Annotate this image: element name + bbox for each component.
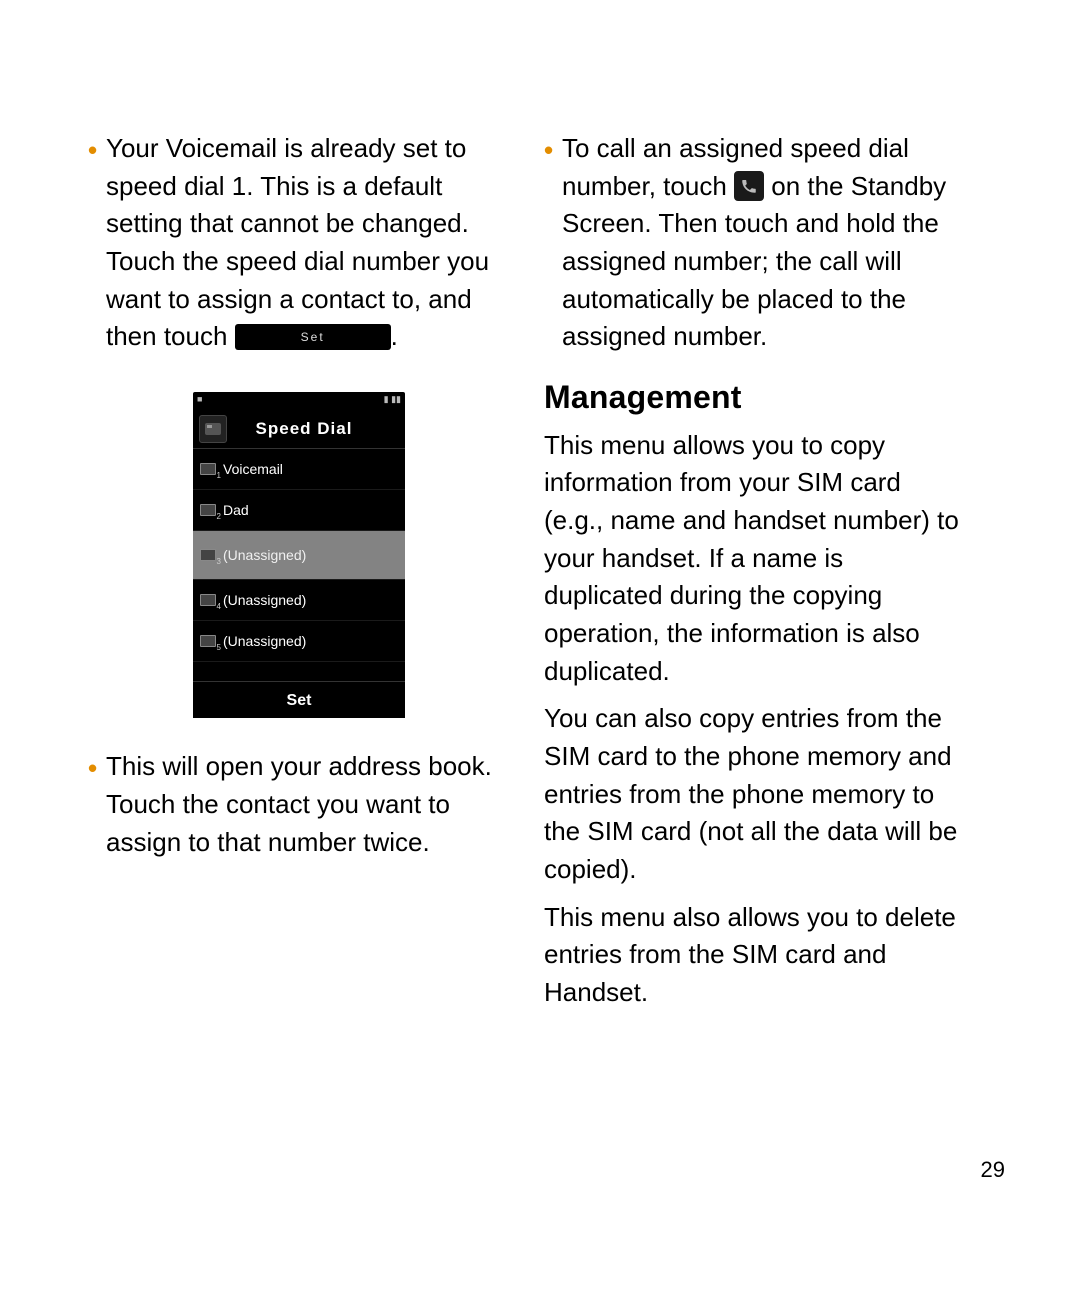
contact-card-icon: 3 [199,548,217,562]
bullet-icon: • [544,130,562,356]
speed-dial-row[interactable]: 4 (Unassigned) [193,580,405,621]
left-column: • Your Voicemail is already set to speed… [88,130,510,1295]
speed-dial-row[interactable]: 5 (Unassigned) [193,621,405,662]
bullet-item: • This will open your address book. Touc… [88,748,510,861]
speed-dial-row[interactable]: 2 Dad [193,490,405,531]
speed-dial-app-icon [199,415,227,443]
speed-dial-label: (Unassigned) [223,631,399,651]
bullet-text-part1: Your Voicemail is already set to speed d… [106,133,489,351]
status-signal-icon: ■ [197,393,202,409]
management-para-1: This menu allows you to copy information… [544,427,966,691]
right-column: • To call an assigned speed dial number,… [544,130,966,1295]
phone-call-icon [734,171,764,201]
phone-screenshot: ■ ▮ ▮▮ Speed Dial 1 Voicemail 2 Dad [193,392,405,718]
speed-dial-label: (Unassigned) [223,590,399,610]
contact-card-icon: 4 [199,593,217,607]
row-index: 5 [217,642,221,654]
bullet-icon: • [88,130,106,356]
bullet-text: To call an assigned speed dial number, t… [562,130,966,356]
speed-dial-label: Dad [223,500,399,520]
bullet-item: • Your Voicemail is already set to speed… [88,130,510,356]
row-index: 2 [217,511,221,523]
page-number: 29 [981,1157,1005,1183]
manual-page: • Your Voicemail is already set to speed… [0,0,1080,1295]
contact-card-icon: 1 [199,462,217,476]
management-para-3: This menu also allows you to delete entr… [544,899,966,1012]
speed-dial-list: 1 Voicemail 2 Dad 3 (Unassigned) 4 (Unas… [193,449,405,681]
contact-card-icon: 2 [199,503,217,517]
row-index: 1 [217,470,221,482]
phone-screen-title: Speed Dial [233,417,405,442]
management-heading: Management [544,374,966,420]
phone-status-bar: ■ ▮ ▮▮ [193,392,405,410]
speed-dial-label: (Unassigned) [223,545,399,565]
phone-set-button[interactable]: Set [193,681,405,718]
management-para-2: You can also copy entries from the SIM c… [544,700,966,888]
speed-dial-row[interactable]: 1 Voicemail [193,449,405,490]
bullet-text: Your Voicemail is already set to speed d… [106,130,510,356]
bullet-text: This will open your address book. Touch … [106,748,510,861]
row-index: 3 [217,556,221,568]
row-index: 4 [217,601,221,613]
phone-title-row: Speed Dial [193,410,405,449]
bullet-text-part2: . [391,321,398,351]
bullet-icon: • [88,748,106,861]
status-battery-icon: ▮ ▮▮ [384,393,401,409]
speed-dial-row-selected[interactable]: 3 (Unassigned) [193,531,405,580]
bullet-item: • To call an assigned speed dial number,… [544,130,966,356]
set-button-icon: Set [235,324,391,350]
speed-dial-label: Voicemail [223,459,399,479]
contact-card-icon: 5 [199,634,217,648]
